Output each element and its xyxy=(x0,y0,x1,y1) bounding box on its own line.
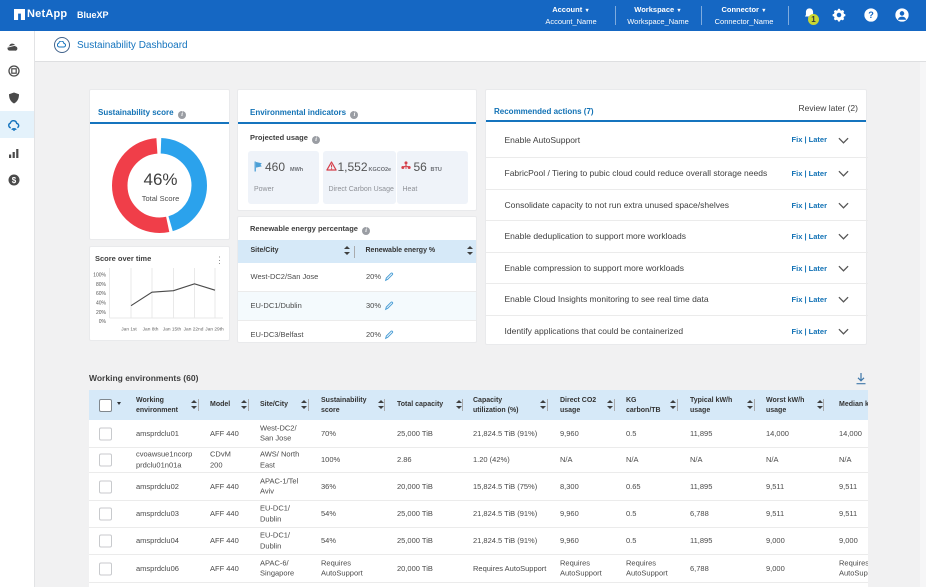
svg-text:Jan 1st: Jan 1st xyxy=(121,327,137,333)
svg-text:Jan 15th: Jan 15th xyxy=(163,327,182,333)
svg-text:60%: 60% xyxy=(96,291,107,297)
svg-text:0%: 0% xyxy=(99,319,107,325)
svg-text:$: $ xyxy=(12,176,17,185)
svg-text:20%: 20% xyxy=(96,310,107,316)
svg-text:100%: 100% xyxy=(93,273,106,279)
svg-text:80%: 80% xyxy=(96,282,107,288)
svg-text:Jan 8th: Jan 8th xyxy=(143,327,159,333)
svg-text:40%: 40% xyxy=(96,301,107,307)
svg-text:?: ? xyxy=(868,10,874,20)
svg-text:Jan 22nd: Jan 22nd xyxy=(184,327,204,333)
svg-text:Jan 29th: Jan 29th xyxy=(205,327,224,333)
